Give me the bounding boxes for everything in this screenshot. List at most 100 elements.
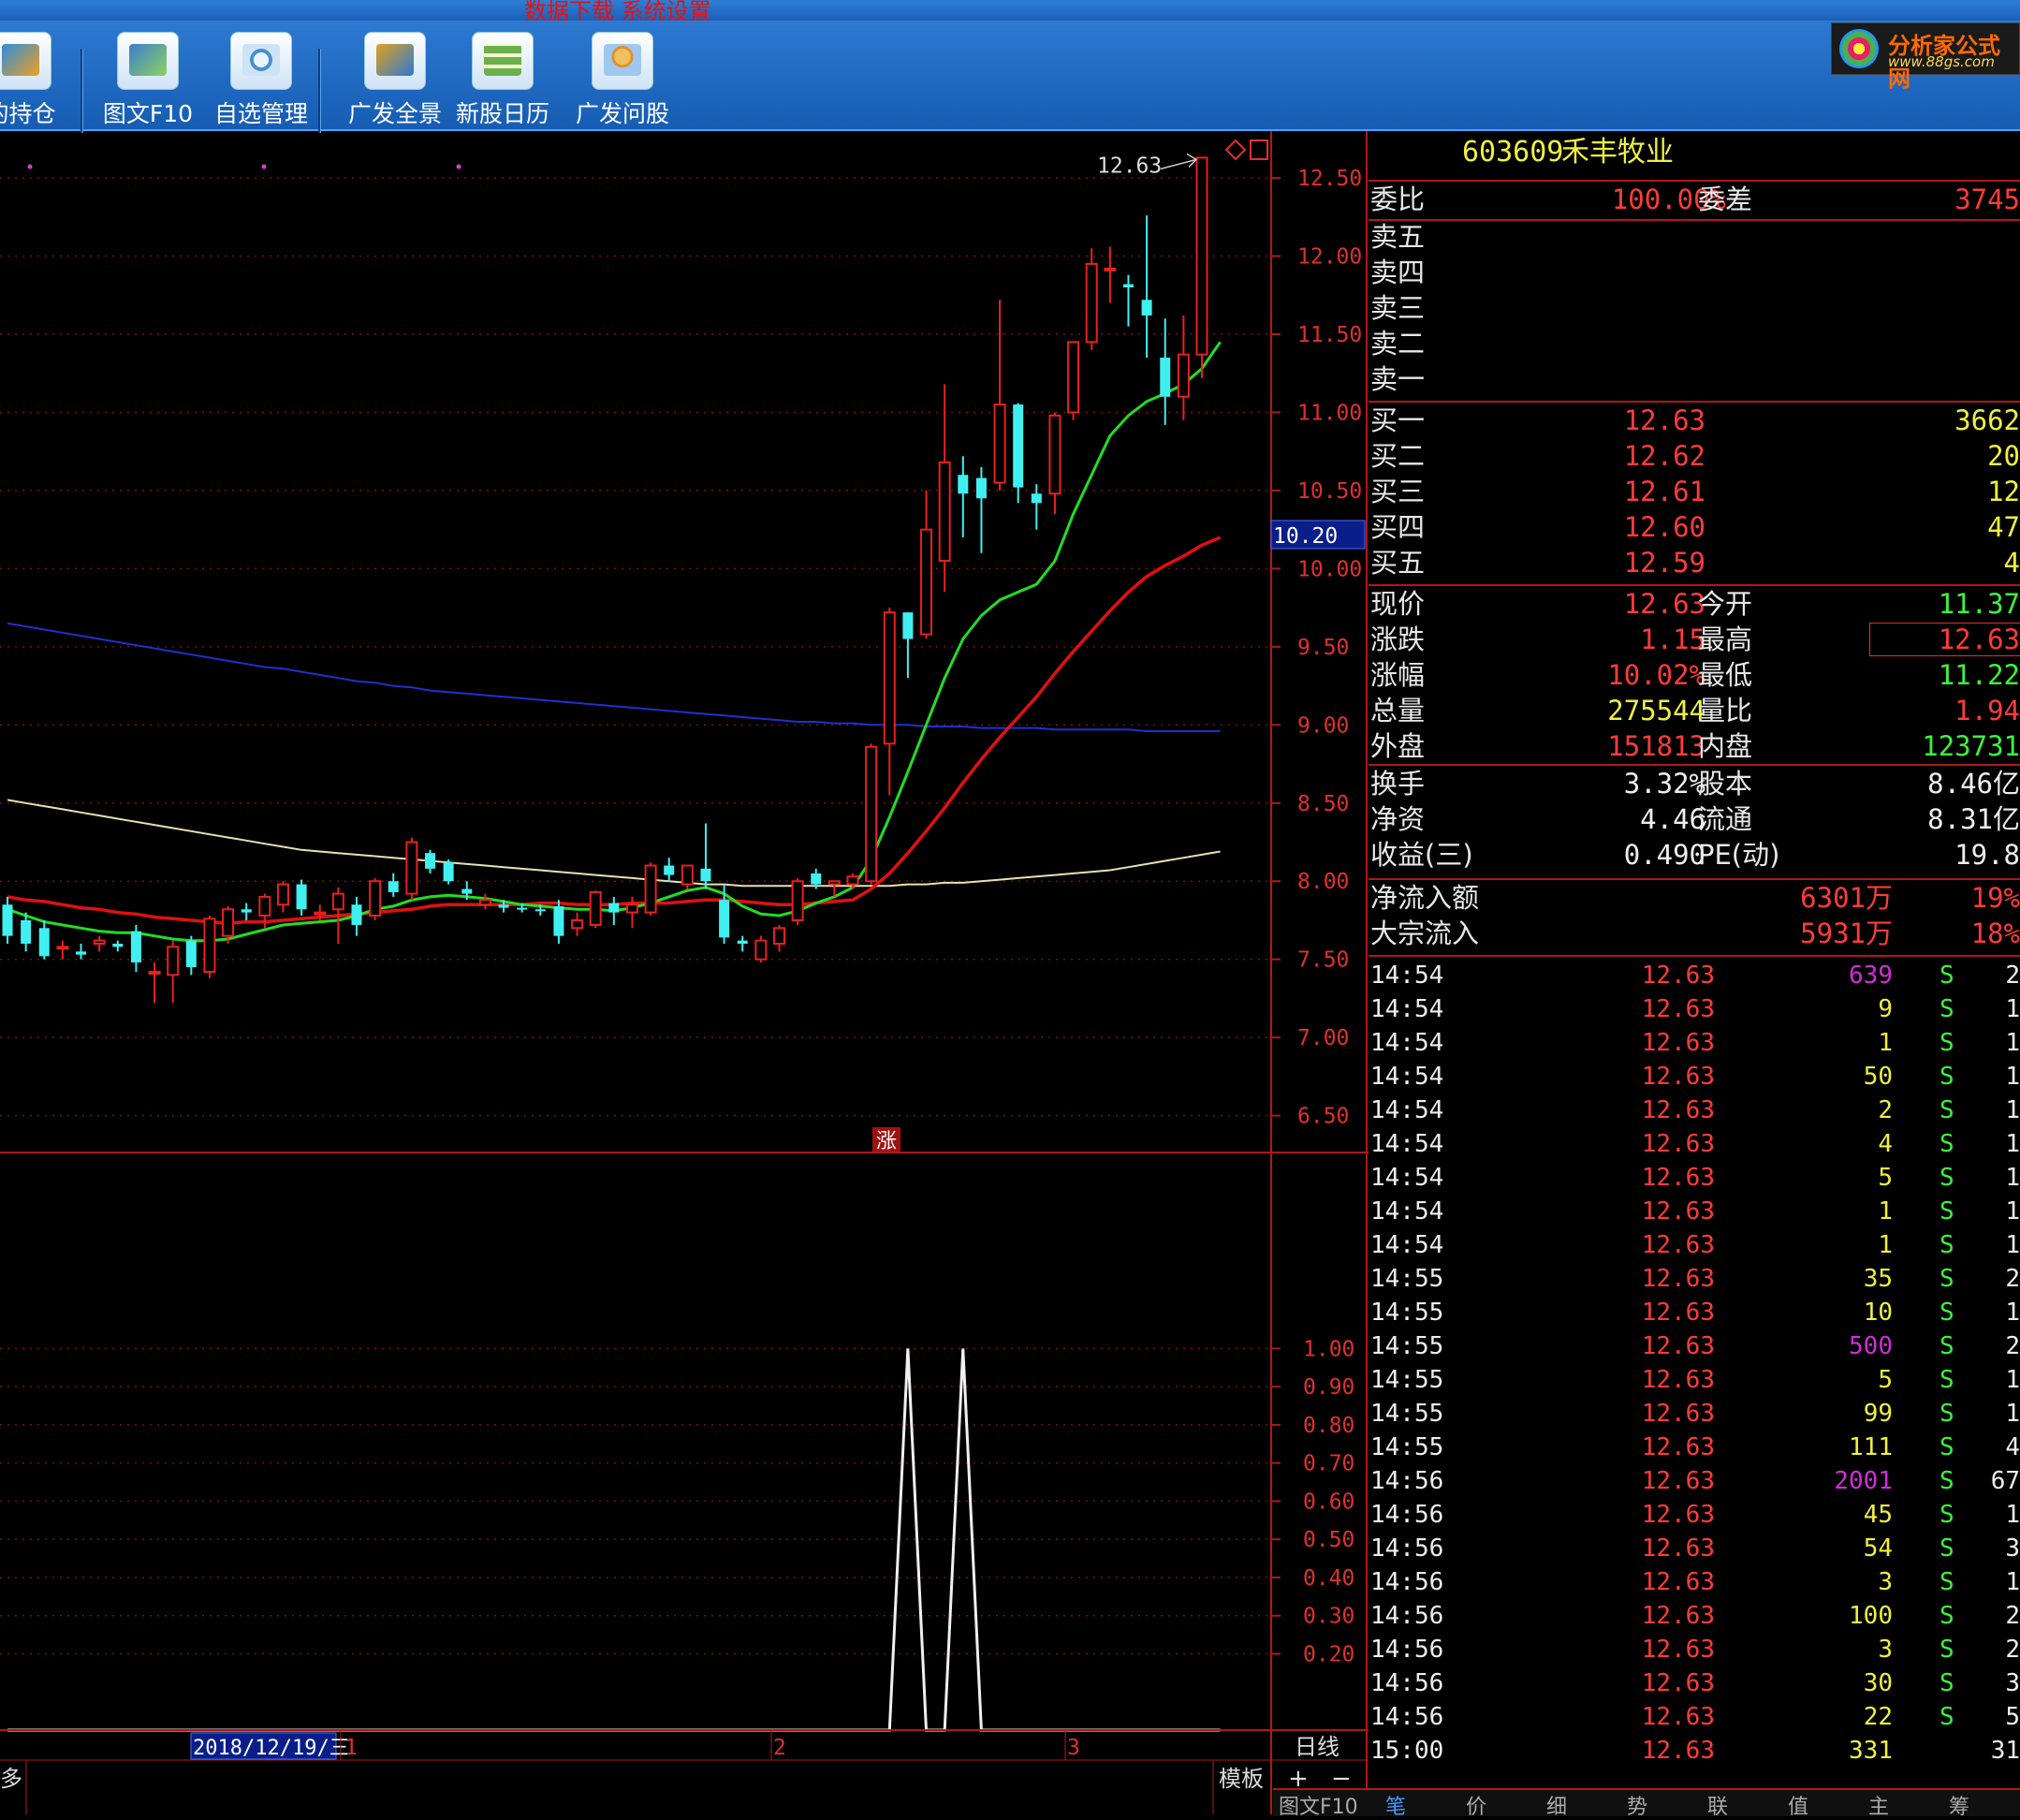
tick-count: 1: [2005, 1231, 2020, 1259]
buy-level-label: 买二: [1370, 440, 1426, 472]
date-cursor-label: 2018/12/19/三: [193, 1737, 350, 1760]
candle: [993, 300, 1006, 491]
candle: [425, 849, 436, 873]
tick-price: 12.63: [1641, 1265, 1715, 1293]
tick-side: S: [1939, 1400, 1954, 1428]
sell-level-label: 卖二: [1370, 328, 1426, 360]
site-logo: 分析家公式网 www.88gs.com: [1831, 22, 2020, 92]
tick-row: 14:55 12.63 111 S 4: [1369, 1431, 2020, 1464]
candle-body: [958, 475, 969, 494]
bottom-tab[interactable]: 价: [1466, 1790, 1486, 1820]
toolbar-button-watchlist[interactable]: 自选管理: [200, 28, 322, 129]
moving-averages: [7, 341, 1222, 943]
tick-volume: 10: [1863, 1299, 1893, 1327]
bottom-tab[interactable]: 图文F10: [1279, 1790, 1358, 1820]
tick-volume: 9: [1878, 995, 1893, 1023]
tick-volume: 5: [1878, 1366, 1893, 1394]
buy-level-label: 买一: [1370, 404, 1426, 436]
bottom-left-text[interactable]: 多: [0, 1766, 22, 1792]
bottom-tab[interactable]: 细: [1546, 1790, 1567, 1820]
tick-side: S: [1939, 1096, 1954, 1124]
candle: [700, 823, 711, 889]
candle: [938, 384, 951, 593]
tick-row: 14:55 12.63 99 S 1: [1369, 1397, 2020, 1431]
toolbar-separator: [81, 49, 83, 133]
candle-body: [369, 880, 382, 917]
bottom-tab[interactable]: 值: [1788, 1790, 1808, 1820]
divider: [1369, 878, 2020, 880]
tick-count: 1: [2005, 1501, 2020, 1529]
candle-body: [21, 919, 32, 944]
candle: [571, 912, 584, 936]
stat-value: 3.32%: [1623, 768, 1705, 800]
tick-price: 12.63: [1641, 1669, 1715, 1697]
candle-body: [203, 917, 216, 974]
y-tick-label: 0.70: [1303, 1452, 1354, 1476]
flow-label: 净流入额: [1370, 882, 1480, 914]
toolbar-button-calendar[interactable]: 新股日历: [442, 28, 564, 129]
tick-count: 1: [2005, 1568, 2020, 1596]
buy-row: 买二 12.62 20: [1369, 440, 2020, 472]
buy-volume: 3662: [1954, 404, 2020, 436]
candle-body: [276, 883, 289, 906]
candle-body: [993, 404, 1006, 484]
candle-body: [498, 904, 509, 908]
divider: [1369, 764, 2020, 766]
tick-time: 14:55: [1370, 1400, 1444, 1428]
buy-price: 12.60: [1623, 511, 1705, 543]
toolbar-button-portfolio[interactable]: 的持仓: [0, 28, 67, 129]
candle: [1104, 246, 1117, 303]
tick-price: 12.63: [1641, 1231, 1715, 1259]
tick-row: 14:56 12.63 22 S 5: [1369, 1700, 2020, 1734]
bottom-tab[interactable]: 笔: [1385, 1790, 1406, 1820]
tick-volume: 100: [1849, 1602, 1893, 1630]
stat-label: 量比: [1698, 695, 1753, 727]
tick-count: 1: [2005, 1299, 2020, 1327]
y-tick-label: 6.50: [1297, 1105, 1349, 1129]
tick-count: 1: [2005, 1400, 2020, 1428]
tick-count: 5: [2005, 1703, 2020, 1731]
tick-side: S: [1939, 1197, 1954, 1226]
bottom-tab[interactable]: 势: [1627, 1790, 1647, 1820]
stat-value: 8.31亿: [1927, 803, 2020, 835]
toolbar-button-ask[interactable]: 广发问股: [562, 28, 683, 129]
buy-price: 12.61: [1623, 476, 1705, 507]
candle-body: [975, 477, 987, 499]
candle: [608, 896, 620, 925]
candle: [296, 879, 307, 916]
candle: [1141, 215, 1152, 359]
tick-volume: 639: [1849, 961, 1893, 990]
ma-red-line: [7, 536, 1222, 926]
cursor-price: 10.20: [1273, 524, 1338, 549]
bottom-tab[interactable]: 主: [1868, 1790, 1889, 1820]
tick-time: 14:56: [1370, 1501, 1444, 1529]
toolbar-label: 广发全景: [347, 100, 442, 127]
tick-volume: 99: [1863, 1400, 1893, 1428]
toolbar-label: 的持仓: [0, 100, 56, 127]
candle-body: [461, 888, 473, 894]
flow-pct: 19%: [1970, 882, 2020, 914]
period-label[interactable]: 日线: [1295, 1734, 1339, 1760]
diamond-icon[interactable]: [1224, 139, 1247, 161]
y-tick-label: 0.30: [1303, 1605, 1354, 1629]
candle-body: [388, 881, 399, 892]
bottom-tab[interactable]: 筹: [1949, 1790, 1969, 1820]
toolbar-button-f10[interactable]: 图文F10: [92, 28, 204, 129]
bottom-tab[interactable]: 联: [1707, 1790, 1728, 1820]
tick-count: 1: [2005, 1063, 2020, 1091]
candle-body: [681, 864, 694, 886]
tick-side: S: [1939, 1029, 1954, 1057]
candle-body: [76, 951, 87, 955]
template-button[interactable]: 模板: [1219, 1766, 1264, 1792]
window-icon[interactable]: [1250, 139, 1268, 160]
chart-top-icons[interactable]: [1224, 139, 1268, 161]
candle: [1085, 248, 1098, 350]
chart-area[interactable]: 12.5012.0011.5011.0010.5010.009.509.008.…: [0, 131, 1369, 1814]
month-mark: 2: [773, 1736, 786, 1760]
quote-panel: 603609 禾丰牧业 委比 100.00% 委差 3745 卖五 卖四 卖三 卖二卖…: [1369, 131, 2020, 1814]
tick-count: 2: [2005, 1332, 2020, 1360]
toolbar-button-panorama[interactable]: 广发全景: [329, 28, 461, 129]
tick-count: 1: [2005, 1164, 2020, 1192]
y-tick-label: 1.00: [1303, 1337, 1354, 1361]
month-mark: 1: [344, 1736, 358, 1760]
